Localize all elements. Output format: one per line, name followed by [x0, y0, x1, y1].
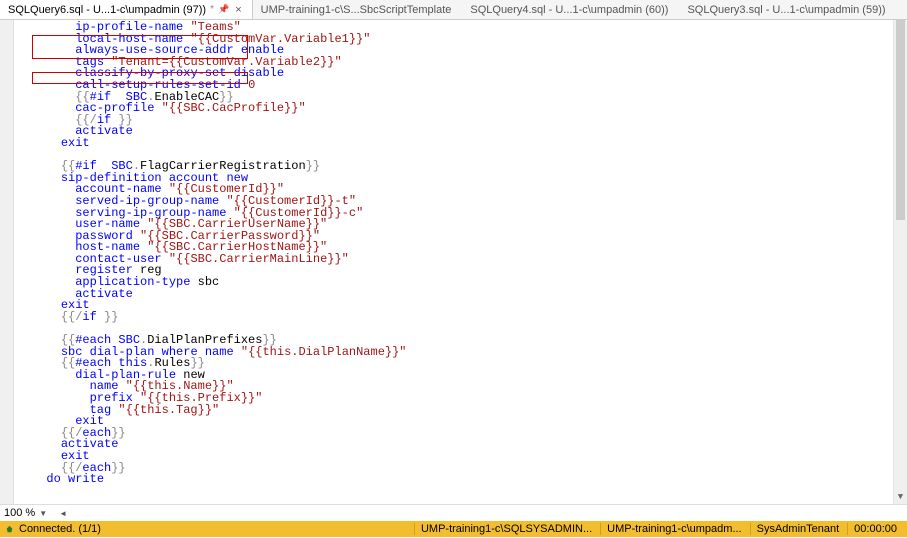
status-left: Connected. (1/1) — [4, 523, 101, 535]
zoom-level[interactable]: 100 % — [4, 507, 35, 519]
connected-icon — [4, 524, 15, 535]
tab-sqlquery3[interactable]: SQLQuery3.sql - U...1-c\umpadmin (59)) — [679, 0, 896, 19]
code-area[interactable]: ip-profile-name "Teams" local-host-name … — [14, 20, 893, 504]
pin-icon[interactable]: 📌 — [218, 4, 229, 15]
status-time: 00:00:00 — [847, 523, 903, 535]
tab-label: SQLQuery3.sql - U...1-c\umpadmin (59)) — [687, 4, 885, 16]
status-database: SysAdminTenant — [750, 523, 846, 535]
scrollbar-thumb[interactable] — [896, 20, 905, 220]
tab-sqlquery6[interactable]: SQLQuery6.sql - U...1-c\umpadmin (97)) *… — [0, 0, 253, 19]
connection-status: Connected. (1/1) — [19, 523, 101, 535]
zoom-bar: 100 % ▼ ◄ — [0, 504, 907, 521]
tab-label: SQLQuery4.sql - U...1-c\umpadmin (60)) — [470, 4, 668, 16]
gutter — [0, 20, 14, 504]
zoom-left-icon[interactable]: ◄ — [57, 509, 69, 518]
status-user: UMP-training1-c\umpadm... — [600, 523, 748, 535]
vertical-scrollbar[interactable]: ▲ ▼ — [893, 20, 907, 504]
tab-label: SQLQuery6.sql - U...1-c\umpadmin (97)) — [8, 4, 206, 16]
tab-sqlquery4[interactable]: SQLQuery4.sql - U...1-c\umpadmin (60)) — [462, 0, 679, 19]
status-server: UMP-training1-c\SQLSYSADMIN... — [414, 523, 598, 535]
tab-sbcscripttemplate[interactable]: UMP-training1-c\S...SbcScriptTemplate — [253, 0, 463, 19]
unsaved-indicator: * — [210, 4, 214, 15]
editor: ip-profile-name "Teams" local-host-name … — [0, 20, 907, 504]
close-icon[interactable]: × — [235, 4, 241, 16]
tab-label: UMP-training1-c\S...SbcScriptTemplate — [261, 4, 452, 16]
scroll-down-icon[interactable]: ▼ — [894, 490, 907, 504]
zoom-dropdown-icon[interactable]: ▼ — [37, 509, 49, 518]
status-right: UMP-training1-c\SQLSYSADMIN... UMP-train… — [414, 523, 903, 535]
status-bar: Connected. (1/1) UMP-training1-c\SQLSYSA… — [0, 521, 907, 537]
tab-bar: SQLQuery6.sql - U...1-c\umpadmin (97)) *… — [0, 0, 907, 20]
